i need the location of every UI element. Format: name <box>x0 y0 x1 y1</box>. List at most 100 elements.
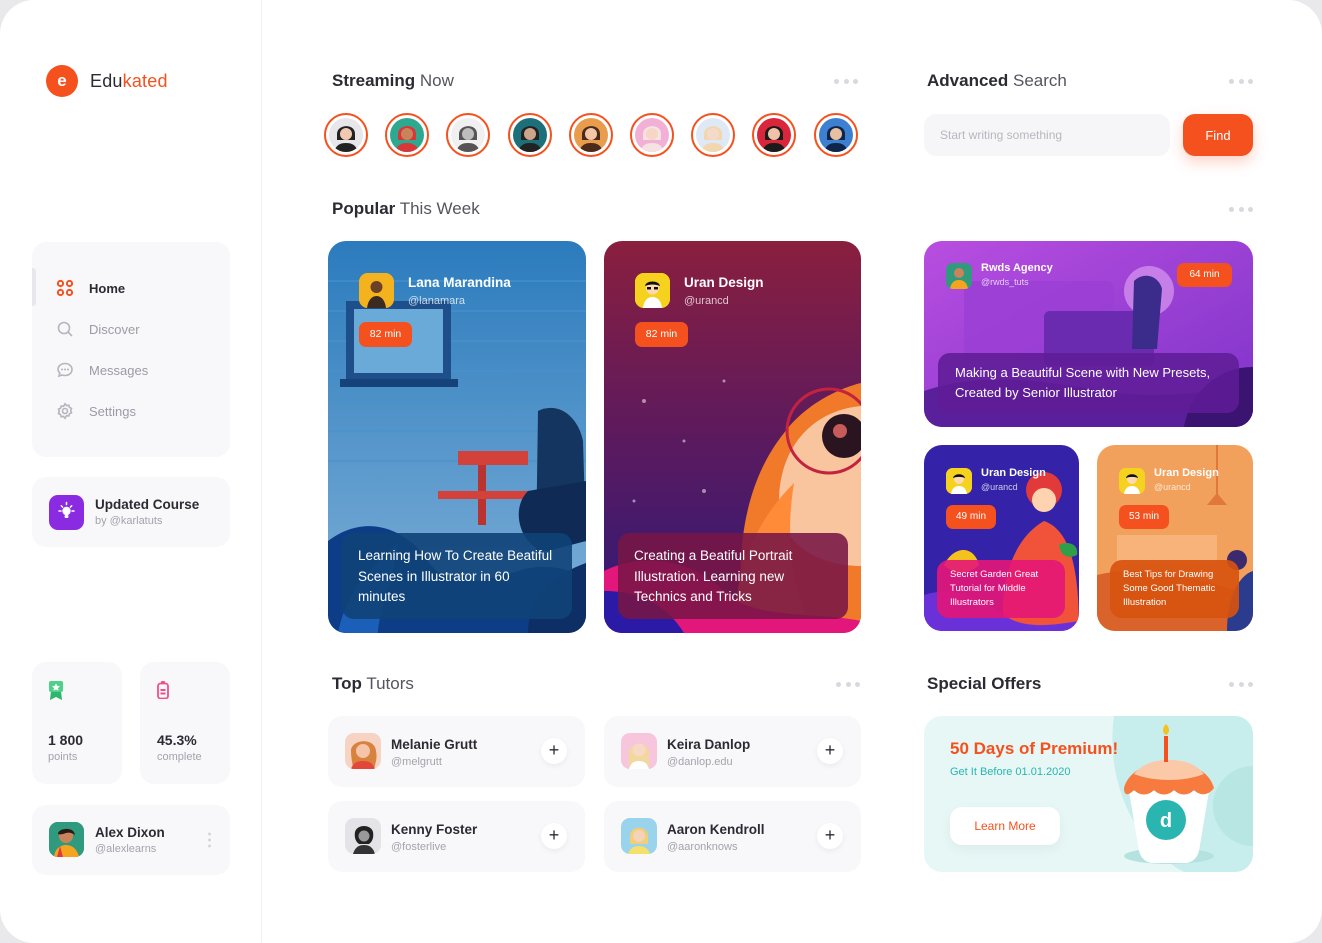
points-value: 1 800 <box>48 732 84 748</box>
course-caption: Creating a Beatiful Portrait Illustratio… <box>618 533 848 619</box>
sidebar: e Edukated Home Discover Messages Settin… <box>0 0 262 943</box>
grid-icon <box>56 279 74 297</box>
user-profile-card[interactable]: Alex Dixon @alexlearns <box>32 805 230 875</box>
award-icon <box>48 681 64 706</box>
tutor-item[interactable]: Melanie Grutt @melgrutt + <box>328 716 585 787</box>
author-name: Uran Design <box>1154 467 1219 479</box>
complete-label: complete <box>157 751 202 763</box>
search-more-icon[interactable] <box>1229 79 1253 85</box>
course-card-3[interactable]: Rwds Agency @rwds_tuts 64 min Making a B… <box>924 241 1253 427</box>
course-card-2[interactable]: Uran Design @urancd 82 min Creating a Be… <box>604 241 861 633</box>
main-nav: Home Discover Messages Settings <box>32 242 230 457</box>
tutor-name: Keira Danlop <box>667 737 751 752</box>
tutor-handle: @fosterlive <box>391 841 447 853</box>
duration-badge: 49 min <box>946 505 996 529</box>
app-window: e Edukated Home Discover Messages Settin… <box>0 0 1322 943</box>
tutor-handle: @danlop.edu <box>667 756 733 768</box>
tutors-title-light: Tutors <box>366 674 414 693</box>
complete-stat-card: 45.3% complete <box>140 662 230 784</box>
add-tutor-button[interactable]: + <box>817 738 843 764</box>
streaming-avatar[interactable] <box>691 113 736 157</box>
author-avatar <box>635 273 670 308</box>
sidebar-item-label: Settings <box>89 403 136 419</box>
author-handle: @urancd <box>684 295 729 307</box>
course-caption: Learning How To Create Beatiful Scenes i… <box>342 533 572 619</box>
streaming-avatar[interactable] <box>446 113 491 157</box>
lightbulb-icon <box>49 495 84 530</box>
sidebar-item-messages[interactable]: Messages <box>56 358 148 382</box>
search-icon <box>56 320 74 338</box>
tutor-item[interactable]: Keira Danlop @danlop.edu + <box>604 716 861 787</box>
streaming-avatar[interactable] <box>324 113 368 157</box>
offers-title: Special Offers <box>927 674 1041 694</box>
offer-headline: 50 Days of Premium! <box>950 739 1119 758</box>
add-tutor-button[interactable]: + <box>541 738 567 764</box>
search-title-bold: Advanced <box>927 71 1009 90</box>
streaming-avatar[interactable] <box>385 113 430 157</box>
add-tutor-button[interactable]: + <box>817 823 843 849</box>
offer-subtitle: Get It Before 01.01.2020 <box>950 766 1071 778</box>
author-handle: @urancd <box>981 482 1018 492</box>
duration-badge: 82 min <box>359 322 412 347</box>
streaming-avatar[interactable] <box>507 113 552 157</box>
tutors-more-icon[interactable] <box>836 682 860 688</box>
user-handle: @alexlearns <box>95 843 157 855</box>
points-label: points <box>48 751 78 763</box>
avatar <box>451 118 486 152</box>
sidebar-item-label: Home <box>89 280 126 296</box>
updated-course-title: Updated Course <box>95 497 200 512</box>
gear-icon <box>56 402 74 420</box>
duration-badge: 82 min <box>635 322 688 347</box>
tutor-item[interactable]: Kenny Foster @fosterlive + <box>328 801 585 872</box>
sidebar-item-label: Messages <box>89 362 149 378</box>
author-avatar <box>946 263 972 289</box>
author-avatar <box>1119 468 1145 494</box>
author-name: Rwds Agency <box>981 262 1053 274</box>
avatar <box>818 118 853 152</box>
avatar <box>49 822 84 857</box>
cake-letter: d <box>1160 810 1172 832</box>
streaming-avatar[interactable] <box>630 113 674 157</box>
course-card-1[interactable]: Lana Marandina @lanamara 82 min Learning… <box>328 241 586 633</box>
sidebar-item-home[interactable]: Home <box>56 276 125 300</box>
sidebar-item-label: Discover <box>89 321 140 337</box>
author-handle: @lanamara <box>408 295 466 307</box>
course-caption: Best Tips for Drawing Some Good Thematic… <box>1110 560 1239 618</box>
streaming-avatar[interactable] <box>568 113 613 157</box>
complete-value: 45.3% <box>157 732 197 748</box>
sidebar-item-settings[interactable]: Settings <box>56 399 136 423</box>
popular-more-icon[interactable] <box>1229 207 1253 213</box>
avatar <box>757 118 792 152</box>
streaming-more-icon[interactable] <box>834 79 858 85</box>
search-input[interactable] <box>924 114 1170 156</box>
offers-title-text: Special Offers <box>927 674 1042 693</box>
search-title-light: Search <box>1012 71 1067 90</box>
streaming-avatar[interactable] <box>752 113 797 157</box>
updated-course-author: by @karlatuts <box>95 515 163 527</box>
logo-mark: e <box>46 65 78 97</box>
tutor-item[interactable]: Aaron Kendroll @aaronknows + <box>604 801 861 872</box>
popular-title-light: This Week <box>399 199 480 218</box>
course-card-4[interactable]: Uran Design @urancd 49 min Secret Garden… <box>924 445 1079 631</box>
add-tutor-button[interactable]: + <box>541 823 567 849</box>
learn-more-button[interactable]: Learn More <box>950 807 1060 845</box>
streaming-avatar[interactable] <box>813 113 858 157</box>
find-button[interactable]: Find <box>1183 114 1253 156</box>
tutors-title-bold: Top <box>332 674 362 693</box>
more-vertical-icon[interactable] <box>208 832 211 848</box>
offers-more-icon[interactable] <box>1229 682 1253 688</box>
author-avatar <box>359 273 394 308</box>
search-title: Advanced Search <box>927 71 1067 91</box>
popular-title-bold: Popular <box>332 199 396 218</box>
updated-course-card[interactable]: Updated Course by @karlatuts <box>32 477 230 547</box>
tutor-name: Aaron Kendroll <box>667 822 765 837</box>
author-name: Uran Design <box>684 275 764 290</box>
sidebar-item-discover[interactable]: Discover <box>56 317 140 341</box>
avatar <box>621 818 657 854</box>
chat-icon <box>56 361 74 379</box>
avatar <box>621 733 657 769</box>
course-card-5[interactable]: Uran Design @urancd 53 min Best Tips for… <box>1097 445 1253 631</box>
special-offer-card: d 50 Days of Premium! Get It Before 01.0… <box>924 716 1253 872</box>
tutors-title: Top Tutors <box>332 674 414 694</box>
avatar <box>345 733 381 769</box>
